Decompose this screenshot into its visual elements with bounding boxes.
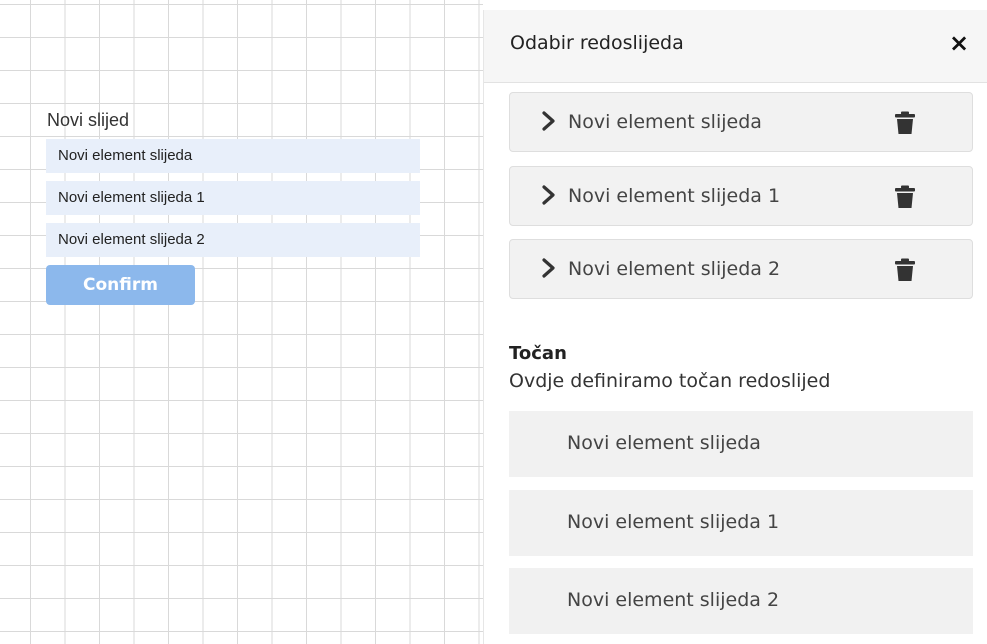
sequence-item[interactable]: Novi element slijeda 2 (509, 239, 973, 299)
panel-header: Odabir redoslijeda × (484, 10, 987, 83)
chevron-right-icon[interactable] (540, 184, 558, 206)
correct-order-item-label: Novi element slijeda 2 (567, 589, 780, 611)
correct-order-title: Točan (509, 343, 567, 364)
sequence-item-label: Novi element slijeda (568, 111, 762, 133)
sequence-item-label: Novi element slijeda 2 (568, 258, 781, 280)
chevron-right-icon[interactable] (540, 110, 558, 132)
question-item[interactable]: Novi element slijeda 1 (46, 181, 420, 215)
question-title: Novi slijed (47, 110, 130, 130)
question-item[interactable]: Novi element slijeda 2 (46, 223, 420, 257)
confirm-button[interactable]: Confirm (46, 265, 195, 305)
panel-title: Odabir redoslijeda (510, 32, 684, 54)
sequence-settings-panel: Odabir redoslijeda × Novi element slijed… (483, 10, 987, 644)
trash-icon[interactable] (894, 258, 916, 282)
correct-order-item-label: Novi element slijeda (567, 432, 761, 454)
sequence-item[interactable]: Novi element slijeda 1 (509, 166, 973, 226)
correct-order-item[interactable]: Novi element slijeda 2 (509, 568, 973, 634)
chevron-right-icon[interactable] (540, 257, 558, 279)
close-button[interactable]: × (944, 28, 974, 58)
correct-order-item[interactable]: Novi element slijeda (509, 411, 973, 477)
trash-icon[interactable] (894, 111, 916, 135)
sequence-question[interactable]: Novi slijed Novi element slijeda Novi el… (46, 110, 420, 305)
correct-order-description: Ovdje definiramo točan redoslijed (509, 370, 831, 392)
sequence-item[interactable]: Novi element slijeda (509, 92, 973, 152)
correct-order-item[interactable]: Novi element slijeda 1 (509, 490, 973, 556)
correct-order-item-label: Novi element slijeda 1 (567, 511, 780, 533)
sequence-item-label: Novi element slijeda 1 (568, 185, 781, 207)
trash-icon[interactable] (894, 185, 916, 209)
editor-canvas: Novi slijed Novi element slijeda Novi el… (0, 0, 483, 644)
question-item[interactable]: Novi element slijeda (46, 139, 420, 173)
